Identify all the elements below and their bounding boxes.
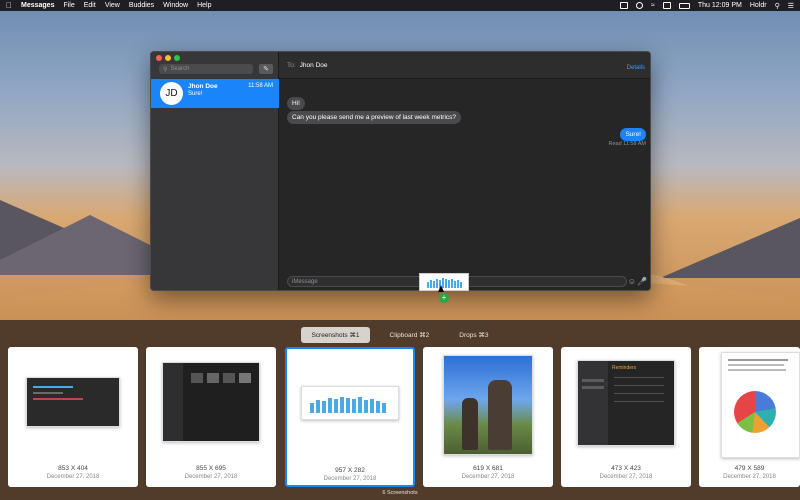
notification-center-icon[interactable]: ☰ [788, 2, 794, 10]
drop-plus-icon: + [439, 293, 449, 303]
message-bubble-outgoing: Sure! [620, 128, 646, 141]
reminders-title: Reminders [612, 365, 637, 371]
screenshot-card[interactable]: 855 X 695 December 27, 2018 [146, 347, 276, 487]
screenshot-thumbnail [443, 355, 533, 455]
screenshot-thumbnail: Reminders [577, 360, 675, 446]
compose-icon: ✎ [263, 66, 269, 73]
menu-edit[interactable]: Edit [84, 2, 96, 9]
airplay-icon[interactable] [662, 2, 671, 9]
to-label: To: [287, 61, 296, 69]
mountain-right [660, 218, 800, 278]
screenshot-dimensions: 855 X 695 [196, 465, 226, 472]
window-controls [156, 55, 180, 61]
message-bubble-incoming: Can you please send me a preview of last… [287, 111, 462, 124]
screenshot-card[interactable]: 619 X 681 December 27, 2018 [423, 347, 553, 487]
avatar: JD [160, 82, 183, 105]
details-button[interactable]: Details [627, 65, 645, 71]
chat-header: To: Jhon Doe Details [279, 52, 650, 79]
app-extra-icon[interactable] [620, 2, 629, 9]
spotlight-search-icon[interactable]: ⚲ [775, 2, 780, 10]
menu-view[interactable]: View [105, 2, 120, 9]
compose-button[interactable]: ✎ [259, 64, 273, 74]
screenshot-dimensions: 479 X 589 [734, 465, 765, 472]
menu-app-name[interactable]: Messages [21, 2, 54, 9]
battery-icon[interactable] [678, 2, 690, 9]
screenshot-thumbnail [26, 377, 120, 427]
menu-user[interactable]: Holdr [750, 2, 767, 9]
screenshot-date: December 27, 2018 [461, 474, 515, 480]
shelf-footer-count: 6 Screenshots [382, 490, 418, 496]
menu-bar:  Messages File Edit View Buddies Window… [0, 0, 800, 11]
menu-buddies[interactable]: Buddies [129, 2, 154, 9]
screenshot-date: December 27, 2018 [723, 474, 776, 480]
menu-bar-extras: ≈ Thu 12:09 PM Holdr ⚲ ☰ [620, 2, 794, 10]
zoom-button[interactable] [174, 55, 180, 61]
chat-pane: To: Jhon Doe Details Hi! Can you please … [279, 52, 650, 290]
screenshot-card[interactable]: 479 X 589 December 27, 2018 [699, 347, 800, 487]
screenshot-thumbnail [721, 352, 800, 458]
screenshot-date: December 27, 2018 [184, 474, 238, 480]
screenshot-dimensions: 619 X 681 [473, 465, 503, 472]
conversation-item[interactable]: JD Jhon Doe 11:58 AM Sure! [151, 79, 279, 108]
status-circle-icon[interactable] [636, 2, 644, 9]
microphone-icon[interactable]: 🎤 [637, 277, 647, 286]
screenshot-thumbnail [301, 386, 399, 420]
conversation-time: 11:58 AM [248, 83, 273, 89]
recipient-name[interactable]: Jhon Doe [300, 62, 328, 69]
search-input[interactable]: ⚲ Search [159, 64, 253, 74]
apple-icon[interactable]:  [6, 1, 12, 10]
screenshot-date: December 27, 2018 [46, 474, 100, 480]
menu-clock[interactable]: Thu 12:09 PM [698, 2, 742, 9]
menu-file[interactable]: File [63, 2, 74, 9]
screenshot-thumbnail [162, 362, 260, 442]
screenshot-shelf: Screenshots ⌘1 Clipboard ⌘2 Drops ⌘3 853… [0, 320, 800, 500]
message-input-placeholder: iMessage [292, 278, 318, 285]
shelf-tabs: Screenshots ⌘1 Clipboard ⌘2 Drops ⌘3 [0, 327, 800, 343]
conversation-sidebar: ⚲ Search ✎ JD Jhon Doe 11:58 AM Sure! [151, 52, 279, 290]
screenshot-dimensions: 473 X 423 [611, 465, 641, 472]
read-receipt: Read 11:58 AM [608, 141, 646, 147]
messages-window: ⚲ Search ✎ JD Jhon Doe 11:58 AM Sure! To… [150, 51, 651, 291]
screenshot-card-selected[interactable]: 957 X 282 December 27, 2018 [285, 347, 415, 487]
menu-help[interactable]: Help [197, 2, 211, 9]
screenshot-date: December 27, 2018 [599, 474, 653, 480]
dragged-screenshot-thumbnail[interactable] [419, 273, 469, 291]
tab-screenshots[interactable]: Screenshots ⌘1 [301, 327, 370, 343]
screenshot-cards: 853 X 404 December 27, 2018 855 X 695 De… [8, 347, 800, 487]
screenshot-card[interactable]: 853 X 404 December 27, 2018 [8, 347, 138, 487]
screenshot-date: December 27, 2018 [323, 476, 377, 482]
conversation-name: Jhon Doe [188, 83, 218, 90]
close-button[interactable] [156, 55, 162, 61]
tab-drops[interactable]: Drops ⌘3 [449, 327, 498, 343]
search-icon: ⚲ [163, 66, 168, 73]
minimize-button[interactable] [165, 55, 171, 61]
screenshot-card[interactable]: Reminders 473 X 423 December 27, 2018 [561, 347, 691, 487]
wifi-icon[interactable]: ≈ [651, 2, 655, 9]
search-placeholder: Search [170, 66, 190, 72]
conversation-preview: Sure! [188, 91, 203, 97]
mouse-cursor-icon [438, 285, 444, 292]
emoji-icon[interactable]: ☺ [628, 277, 636, 286]
screenshot-dimensions: 853 X 404 [58, 465, 88, 472]
screenshot-dimensions: 957 X 282 [335, 467, 365, 474]
menu-window[interactable]: Window [163, 2, 188, 9]
tab-clipboard[interactable]: Clipboard ⌘2 [380, 327, 440, 343]
message-bubble-incoming: Hi! [287, 97, 305, 110]
